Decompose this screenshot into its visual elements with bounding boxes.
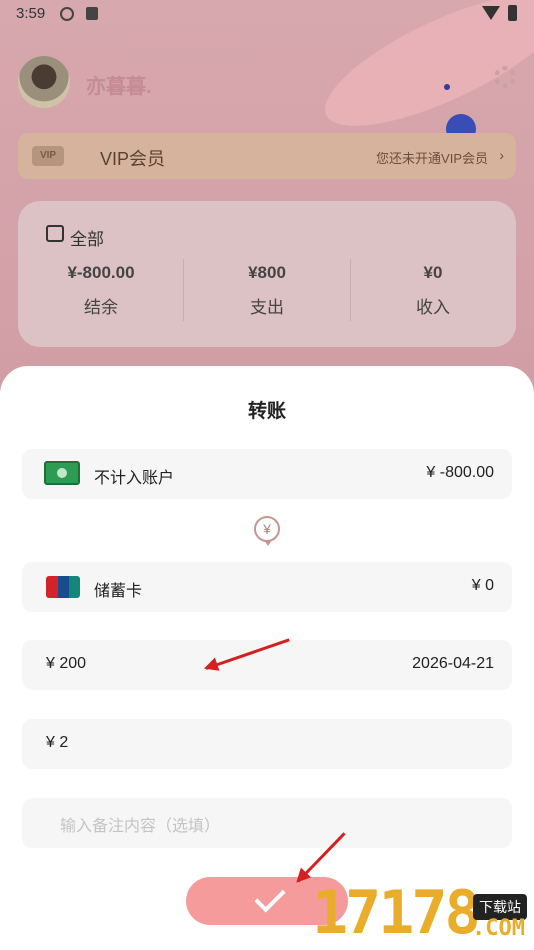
watermark-digits: 17178 bbox=[312, 878, 481, 948]
period-label[interactable]: 全部 bbox=[70, 225, 104, 250]
date-picker[interactable]: 2026-04-21 bbox=[412, 655, 494, 673]
transfer-direction-icon: ¥ bbox=[254, 516, 280, 542]
watermark-domain: .COM bbox=[472, 916, 525, 941]
summary-card: 全部 ¥-800.00 结余 ¥800 支出 ¥0 收入 bbox=[18, 201, 516, 347]
sheet-title: 转账 bbox=[247, 401, 286, 422]
status-notification-icon bbox=[86, 7, 98, 20]
income-label: 收入 bbox=[416, 298, 450, 317]
from-account-selector[interactable]: 不计入账户 ¥ -800.00 bbox=[22, 449, 512, 499]
summary-expense: ¥800 支出 bbox=[184, 263, 350, 318]
vip-status-note: 您还未开通VIP会员 bbox=[376, 151, 488, 166]
calendar-icon[interactable] bbox=[46, 225, 64, 242]
avatar[interactable] bbox=[18, 56, 70, 108]
arrow-down-icon bbox=[264, 540, 272, 546]
decoration-dot bbox=[444, 84, 450, 90]
vip-label: VIP会员 bbox=[100, 149, 166, 169]
to-account-balance: ¥ 0 bbox=[471, 577, 494, 594]
battery-icon bbox=[508, 5, 517, 21]
to-account-selector[interactable]: 储蓄卡 ¥ 0 bbox=[22, 562, 512, 612]
balance-label: 结余 bbox=[84, 298, 118, 317]
balance-value: ¥-800.00 bbox=[67, 263, 135, 282]
from-account-name: 不计入账户 bbox=[94, 470, 175, 487]
income-value: ¥0 bbox=[423, 263, 443, 282]
summary-balance: ¥-800.00 结余 bbox=[18, 263, 184, 318]
status-time: 3:59 bbox=[16, 5, 46, 22]
note-placeholder: 输入备注内容（选填） bbox=[60, 818, 221, 835]
vip-icon: VIP bbox=[32, 146, 64, 166]
unionpay-card-icon bbox=[46, 576, 80, 598]
to-account-name: 储蓄卡 bbox=[94, 583, 143, 600]
cash-icon bbox=[44, 461, 80, 485]
vip-banner[interactable]: VIP VIP会员 您还未开通VIP会员 › bbox=[18, 133, 516, 179]
username: 亦暮暮. bbox=[86, 76, 152, 98]
fee-input[interactable]: ¥ 2 bbox=[46, 734, 68, 752]
fee-row[interactable]: ¥ 2 bbox=[22, 719, 512, 769]
note-field[interactable]: 输入备注内容（选填） bbox=[22, 798, 512, 848]
check-icon bbox=[254, 881, 286, 913]
wifi-icon bbox=[482, 6, 500, 20]
settings-gear-icon[interactable] bbox=[494, 66, 516, 88]
status-app-icon bbox=[60, 7, 74, 21]
status-bar: 3:59 bbox=[0, 0, 534, 28]
chevron-right-icon: › bbox=[499, 147, 504, 163]
amount-input[interactable]: ¥ 200 bbox=[46, 655, 86, 673]
expense-value: ¥800 bbox=[248, 263, 286, 282]
summary-income: ¥0 收入 bbox=[350, 263, 516, 318]
expense-label: 支出 bbox=[250, 298, 284, 317]
from-account-balance: ¥ -800.00 bbox=[426, 464, 494, 481]
